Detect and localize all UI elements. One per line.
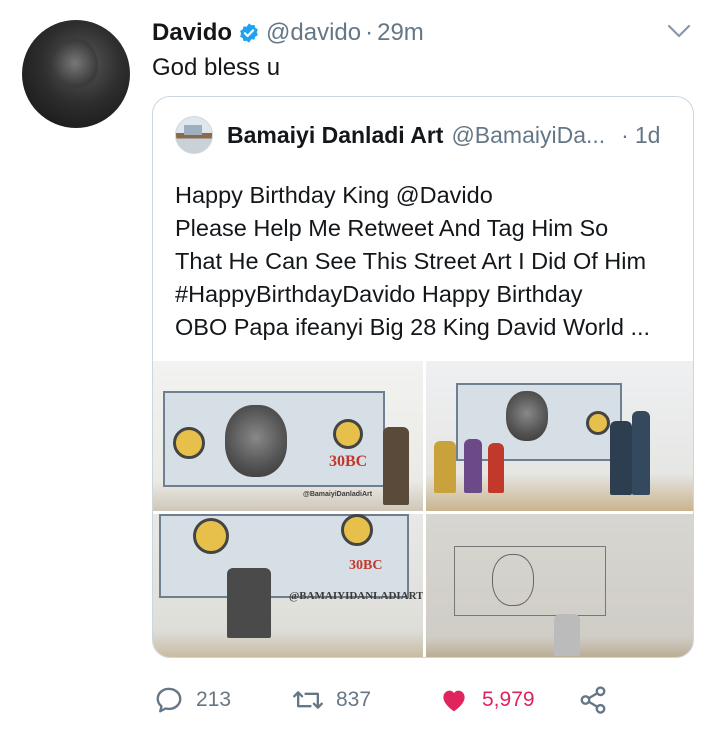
tweet-header: Davido @davido · 29m — [152, 16, 700, 50]
chevron-down-icon[interactable] — [666, 22, 692, 40]
reply-count: 213 — [196, 688, 232, 711]
seal-right — [586, 411, 610, 435]
quoted-timestamp: 1d — [634, 121, 661, 148]
photo-street-art-4[interactable] — [426, 514, 693, 657]
spectator — [434, 441, 456, 493]
artist-watermark: @BAMAIYIDANLADIART — [289, 590, 423, 602]
quoted-tweet-header: Bamaiyi Danladi Art @BamaiyiDa... · 1d — [175, 116, 673, 154]
quoted-separator-dot: · — [621, 121, 629, 148]
portrait-face — [506, 391, 548, 441]
author-name[interactable]: Davido — [152, 19, 232, 47]
sketch-face — [492, 554, 534, 606]
seal-left — [173, 427, 205, 459]
share-icon — [580, 686, 606, 714]
quoted-author-avatar — [175, 116, 213, 154]
seal-left — [193, 518, 229, 554]
photo-grid: 30BC @BamaiyiDanladiArt 30BC @BAMAIYIDAN… — [153, 361, 693, 657]
quoted-author-name: Bamaiyi Danladi Art — [227, 121, 444, 148]
author-avatar[interactable] — [22, 20, 130, 128]
seal-right — [341, 514, 373, 546]
artist-signature: @BamaiyiDanladiArt — [303, 491, 373, 498]
artist-figure — [383, 427, 409, 505]
bill-denomination: 30BC — [349, 558, 383, 573]
spectator — [464, 439, 482, 493]
tweet-action-bar: 213 837 5,979 — [152, 680, 700, 720]
quoted-tweet-text: Happy Birthday King @Davido Please Help … — [175, 182, 651, 340]
photo-street-art-1[interactable]: 30BC @BamaiyiDanladiArt — [153, 361, 423, 511]
heart-icon — [443, 690, 465, 712]
seal-right — [333, 419, 363, 449]
spectator — [488, 443, 504, 493]
retweet-button[interactable]: 837 — [292, 680, 371, 720]
artist-painting — [227, 568, 271, 638]
photo-street-art-2[interactable] — [426, 361, 693, 511]
reply-icon — [156, 687, 182, 713]
spectator — [632, 411, 650, 495]
retweet-count: 837 — [336, 688, 372, 711]
share-button[interactable] — [578, 680, 620, 720]
like-count: 5,979 — [482, 688, 535, 711]
artist-sketching — [554, 614, 580, 656]
quoted-tweet-card[interactable]: Bamaiyi Danladi Art @BamaiyiDa... · 1d H… — [152, 96, 694, 658]
retweet-icon — [293, 691, 323, 709]
reply-button[interactable]: 213 — [154, 680, 231, 720]
author-handle[interactable]: @davido — [266, 19, 361, 47]
spectator — [610, 421, 632, 495]
tweet-text: God bless u — [152, 54, 281, 81]
tweet-timestamp[interactable]: 29m — [377, 19, 424, 47]
verified-badge-icon — [240, 23, 258, 43]
photo-street-art-3[interactable]: 30BC @BAMAIYIDANLADIART — [153, 514, 423, 657]
quoted-author-handle: @BamaiyiDa... — [451, 121, 606, 148]
like-button[interactable]: 5,979 — [438, 680, 535, 720]
separator-dot: · — [365, 19, 374, 46]
bill-denomination: 30BC — [329, 453, 368, 470]
portrait-face — [225, 405, 287, 477]
